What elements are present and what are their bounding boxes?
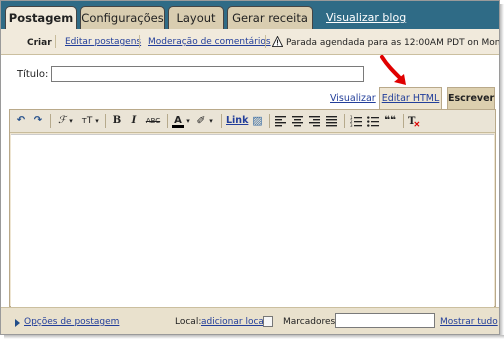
tab-postagem[interactable]: Postagem: [5, 6, 77, 30]
redo-icon[interactable]: ↷: [32, 114, 44, 128]
warning-icon: [272, 36, 283, 47]
marcadores-label: Marcadores:: [283, 317, 339, 327]
sub-navigation: Criar Editar postagens Moderação de come…: [1, 29, 499, 55]
blockquote-icon[interactable]: ❝❝: [383, 114, 397, 128]
location-icon[interactable]: [263, 316, 273, 327]
toolbar-divider: [167, 114, 168, 128]
chevron-down-icon[interactable]: ▾: [208, 114, 214, 128]
undo-icon[interactable]: ↶: [15, 114, 27, 128]
adicionar-local-link[interactable]: adicionar local: [201, 317, 266, 327]
window-shadow: [4, 335, 504, 339]
insert-image-icon[interactable]: ▨: [251, 114, 264, 128]
text-color-button[interactable]: A: [172, 114, 184, 128]
visualizar-blog-link[interactable]: Visualizar blog: [326, 11, 406, 24]
bold-button[interactable]: B: [111, 114, 123, 128]
marcadores-input[interactable]: [335, 313, 435, 328]
opcoes-postagem-link[interactable]: Opções de postagem: [24, 317, 119, 327]
maintenance-notice: Parada agendada para as 12:00AM PDT on M…: [286, 38, 500, 48]
post-editor: ↶ ↷ ℱ ▾ тТ ▾ B I ABC A ▾ ✐ ▾ Link ▨ 1 2 …: [9, 109, 496, 307]
link-button[interactable]: Link: [226, 114, 248, 128]
mostrar-tudo-link[interactable]: Mostrar tudo: [440, 317, 498, 327]
align-left-icon[interactable]: [275, 114, 286, 128]
italic-button[interactable]: I: [128, 114, 140, 128]
main-tab-bar: Postagem Configurações Layout Gerar rece…: [1, 1, 499, 30]
subnav-moderacao[interactable]: Moderação de comentários: [148, 37, 271, 47]
justify-icon[interactable]: [326, 114, 337, 128]
mode-editar-html-tab[interactable]: Editar HTML: [379, 87, 442, 109]
toolbar-divider: [269, 114, 270, 128]
post-options-footer: Opções de postagem Local: adicionar loca…: [1, 307, 499, 334]
remove-formatting-icon[interactable]: T✕: [408, 114, 422, 129]
editor-toolbar: ↶ ↷ ℱ ▾ тТ ▾ B I ABC A ▾ ✐ ▾ Link ▨ 1 2 …: [10, 110, 495, 133]
font-size-icon[interactable]: тТ: [80, 114, 94, 128]
chevron-down-icon[interactable]: ▾: [68, 114, 74, 128]
red-arrow-icon: [380, 55, 406, 85]
chevron-down-icon[interactable]: ▾: [185, 114, 191, 128]
svg-text:3: 3: [350, 123, 353, 128]
strikethrough-button[interactable]: ABC: [144, 114, 162, 128]
font-family-icon[interactable]: ℱ: [56, 114, 68, 128]
subnav-editar-postagens[interactable]: Editar postagens: [65, 37, 141, 47]
tab-layout[interactable]: Layout: [168, 6, 224, 29]
align-center-icon[interactable]: [292, 114, 303, 128]
title-input[interactable]: [51, 66, 364, 82]
bullet-list-icon[interactable]: [367, 114, 379, 128]
subnav-divider: [265, 35, 266, 48]
subnav-divider: [139, 35, 140, 48]
toolbar-divider: [221, 114, 222, 128]
close-icon: ✕: [413, 119, 421, 129]
mode-escrever-tab[interactable]: Escrever: [447, 87, 495, 110]
window-shadow: [500, 4, 504, 339]
tab-configuracoes[interactable]: Configurações: [80, 6, 165, 29]
align-right-icon[interactable]: [309, 114, 320, 128]
expand-triangle-icon[interactable]: [15, 319, 20, 327]
toolbar-divider: [403, 114, 404, 128]
numbered-list-icon[interactable]: 123: [350, 114, 362, 128]
toolbar-divider: [105, 114, 106, 128]
post-body-editor[interactable]: [11, 134, 494, 307]
title-label: Título:: [17, 69, 49, 80]
blogger-editor-window: Postagem Configurações Layout Gerar rece…: [0, 0, 500, 335]
highlight-icon[interactable]: ✐: [195, 114, 207, 128]
subnav-criar[interactable]: Criar: [27, 38, 52, 48]
subnav-divider: [55, 35, 56, 48]
mode-visualizar-link[interactable]: Visualizar: [330, 93, 376, 104]
toolbar-divider: [344, 114, 345, 128]
chevron-down-icon[interactable]: ▾: [94, 114, 100, 128]
tab-gerar-receita[interactable]: Gerar receita: [227, 6, 313, 29]
local-label: Local:: [175, 317, 202, 327]
toolbar-divider: [50, 114, 51, 128]
